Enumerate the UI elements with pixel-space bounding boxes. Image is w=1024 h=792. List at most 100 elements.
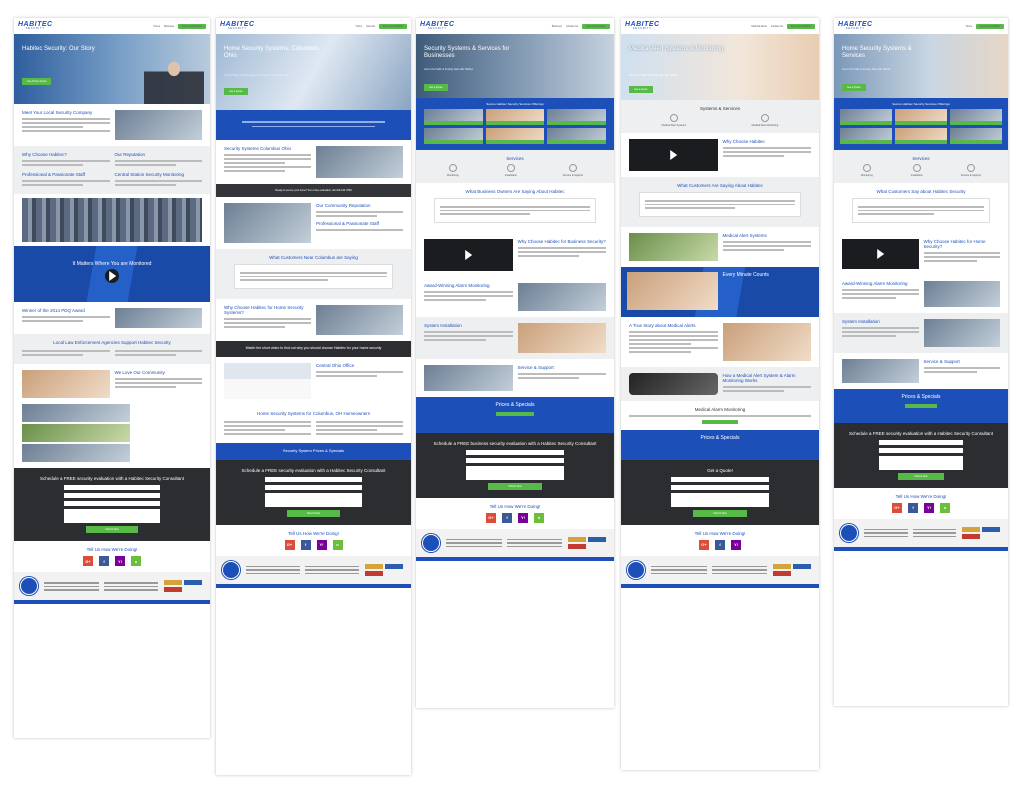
google-plus-icon[interactable]: G+ <box>486 512 496 523</box>
google-plus-icon[interactable]: G+ <box>892 502 902 513</box>
nextdoor-icon[interactable]: n <box>332 539 343 550</box>
phone-field[interactable] <box>63 501 161 507</box>
facebook-icon[interactable]: f <box>99 556 109 567</box>
support-icon <box>966 164 975 172</box>
hero-quote-button[interactable]: Get a Quote <box>224 88 248 95</box>
offering-tile[interactable] <box>485 109 545 125</box>
facebook-icon[interactable]: f <box>502 512 512 523</box>
submit-button[interactable]: Submit Now <box>488 482 542 490</box>
habitec-logo[interactable]: HABITEC SECURITY <box>838 21 873 31</box>
service-medical-monitoring[interactable]: Medical Alert Monitoring <box>752 114 778 127</box>
review-section: Tell Us How We're Doing! G+ f Y! n <box>216 525 411 556</box>
nav-business[interactable]: Business <box>164 25 174 28</box>
message-field[interactable] <box>671 492 769 507</box>
habitec-logo[interactable]: HABITEC SECURITY <box>18 21 53 31</box>
install-photo <box>517 322 606 353</box>
footer-bar <box>621 583 819 588</box>
habitec-logo[interactable]: HABITEC SECURITY <box>220 21 255 31</box>
email-field[interactable] <box>265 484 362 490</box>
offering-tile[interactable] <box>895 128 947 144</box>
nav-contact[interactable]: Contact Us <box>566 25 578 28</box>
offerings-band: Secure Habitec Security Services Offerin… <box>834 98 1008 150</box>
yahoo-icon[interactable]: Y! <box>316 539 327 550</box>
facebook-icon[interactable]: f <box>300 539 311 550</box>
yahoo-icon[interactable]: Y! <box>731 539 741 550</box>
nextdoor-icon[interactable]: n <box>131 556 141 567</box>
submit-button[interactable]: Submit Now <box>287 509 340 517</box>
consultation-button[interactable]: Free Consultation <box>787 23 815 29</box>
offering-tile[interactable] <box>424 109 483 125</box>
offering-tile[interactable] <box>950 109 1002 125</box>
google-plus-icon[interactable]: G+ <box>699 539 709 550</box>
offering-tile[interactable] <box>895 109 947 125</box>
minute-band: Every Minute Counts <box>621 266 819 317</box>
service-monitoring[interactable]: Monitoring <box>861 164 873 177</box>
hero-quote-button[interactable]: Get A Free Quote <box>22 78 52 85</box>
consultation-button[interactable]: Free Consultation <box>178 23 206 29</box>
message-field[interactable] <box>265 492 362 507</box>
yahoo-icon[interactable]: Y! <box>518 512 528 523</box>
community-gallery <box>14 404 210 462</box>
habitec-logo[interactable]: HABITEC SECURITY <box>420 21 455 31</box>
play-video-button[interactable] <box>424 238 513 271</box>
play-video-button[interactable] <box>629 139 718 171</box>
facebook-icon[interactable]: f <box>908 502 918 513</box>
offering-tile[interactable] <box>547 109 606 125</box>
consultation-button[interactable]: Free Consultation <box>379 23 407 29</box>
nav-home[interactable]: Home <box>153 25 160 28</box>
google-plus-icon[interactable]: G+ <box>83 556 93 567</box>
hero-quote-button[interactable]: Get a Quote <box>424 84 448 91</box>
submit-button[interactable]: Submit Now <box>693 509 747 517</box>
name-field[interactable] <box>878 439 964 445</box>
nav-contact[interactable]: Contact Us <box>771 25 783 28</box>
name-field[interactable] <box>466 449 564 455</box>
facebook-icon[interactable]: f <box>715 539 725 550</box>
monitoring-icon <box>448 164 457 172</box>
name-field[interactable] <box>265 476 362 482</box>
offering-tile[interactable] <box>485 128 545 144</box>
habitec-logo[interactable]: HABITEC SECURITY <box>625 21 660 31</box>
service-support[interactable]: Service & Support <box>563 164 583 177</box>
nextdoor-icon[interactable]: n <box>940 502 950 513</box>
service-installation[interactable]: Installation <box>911 164 923 177</box>
consultation-button[interactable]: Free Consultation <box>976 23 1004 29</box>
video-band: Watch the short video to find out why yo… <box>216 340 411 357</box>
pricing-band: Security System Prices & Specials <box>216 442 411 460</box>
staff-group-photo <box>22 198 202 242</box>
play-video-button[interactable] <box>842 238 919 269</box>
name-field[interactable] <box>63 485 161 491</box>
submit-button[interactable]: Submit Now <box>85 526 139 534</box>
email-field[interactable] <box>878 447 964 453</box>
nextdoor-icon[interactable]: n <box>534 512 544 523</box>
message-field[interactable] <box>466 465 564 480</box>
hero-quote-button[interactable]: Get a Quote <box>629 86 653 93</box>
email-field[interactable] <box>671 484 769 490</box>
yahoo-icon[interactable]: Y! <box>924 502 934 513</box>
nav-business[interactable]: Business <box>552 25 562 28</box>
nav-home[interactable]: Home <box>966 25 973 28</box>
yahoo-icon[interactable]: Y! <box>115 556 125 567</box>
service-support[interactable]: Service & Support <box>961 164 981 177</box>
nav-medical[interactable]: Medical Alerts <box>751 25 767 28</box>
install-section: System Installation <box>834 312 1008 353</box>
consultation-button[interactable]: Free Consultation <box>582 23 610 29</box>
message-field[interactable] <box>63 509 161 524</box>
offering-tile[interactable] <box>950 128 1002 144</box>
nav-home[interactable]: Home <box>356 25 363 28</box>
email-field[interactable] <box>63 493 161 499</box>
play-video-button[interactable] <box>105 269 119 283</box>
hero-quote-button[interactable]: Get a Quote <box>842 84 866 91</box>
offering-tile[interactable] <box>840 128 892 144</box>
google-plus-icon[interactable]: G+ <box>284 539 295 550</box>
message-field[interactable] <box>878 455 964 470</box>
service-installation[interactable]: Installation <box>505 164 517 177</box>
email-field[interactable] <box>466 457 564 463</box>
service-monitoring[interactable]: Monitoring <box>447 164 459 177</box>
offering-tile[interactable] <box>547 128 606 144</box>
nav-security[interactable]: Security <box>366 25 375 28</box>
name-field[interactable] <box>671 476 769 482</box>
service-medical-alert[interactable]: Medical Alert Systems <box>662 114 686 127</box>
offering-tile[interactable] <box>424 128 483 144</box>
offering-tile[interactable] <box>840 109 892 125</box>
submit-button[interactable]: Submit Now <box>897 472 945 480</box>
